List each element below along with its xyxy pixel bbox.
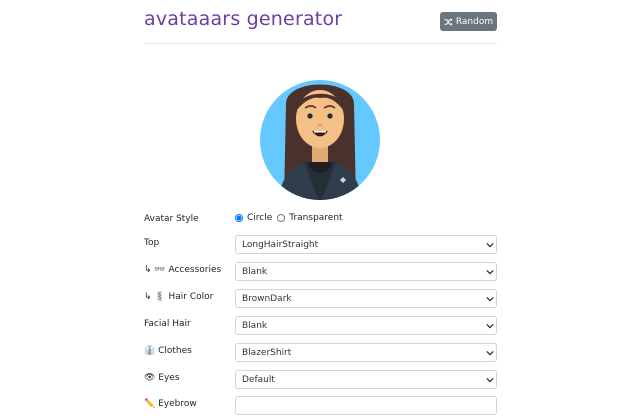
shuffle-icon [444, 17, 453, 26]
top-select[interactable]: LongHairStraight [235, 235, 497, 254]
eyebrow-label: ✏️ Eyebrow [144, 399, 197, 409]
eyebrow-select[interactable] [235, 396, 497, 415]
eyes-row: 👁 Eyes Default [144, 370, 497, 390]
avatar-style-label: Avatar Style [144, 214, 199, 224]
facial-hair-select[interactable]: Blank [235, 316, 497, 335]
hair-color-label: ↳ 💈 Hair Color [144, 292, 214, 302]
hair-color-select[interactable]: BrownDark [235, 289, 497, 308]
random-button-label: Random [455, 16, 494, 27]
facial-hair-row: Facial Hair Blank [144, 316, 497, 336]
eyes-select[interactable]: Default [235, 370, 497, 389]
avatar-style-row: Avatar Style Circle Transparent [144, 211, 497, 231]
page-title: avataaars generator [144, 8, 343, 30]
eyebrow-row: ✏️ Eyebrow [144, 396, 497, 416]
eyes-label: 👁 Eyes [144, 373, 180, 383]
transparent-radio[interactable] [277, 214, 286, 222]
avatar-eye-left [307, 113, 313, 119]
clothes-row: 👔 Clothes BlazerShirt [144, 343, 497, 363]
avatar-style-radios: Circle Transparent [235, 213, 343, 223]
transparent-radio-label: Transparent [289, 213, 343, 223]
clothes-select[interactable]: BlazerShirt [235, 343, 497, 362]
top-label: Top [144, 238, 160, 248]
accessories-row: ↳ 👓 Accessories Blank [144, 262, 497, 282]
avatar-eye-right [327, 113, 333, 119]
accessories-label: ↳ 👓 Accessories [144, 265, 222, 275]
header-divider [144, 43, 497, 44]
circle-radio-label: Circle [247, 213, 273, 223]
circle-radio[interactable] [235, 214, 243, 222]
avatar-preview [260, 80, 380, 200]
accessories-select[interactable]: Blank [235, 262, 497, 281]
random-button[interactable]: Random [440, 12, 497, 31]
hair-color-row: ↳ 💈 Hair Color BrownDark [144, 289, 497, 309]
clothes-label: 👔 Clothes [144, 346, 192, 356]
facial-hair-label: Facial Hair [144, 319, 191, 329]
top-row: Top LongHairStraight [144, 235, 497, 255]
